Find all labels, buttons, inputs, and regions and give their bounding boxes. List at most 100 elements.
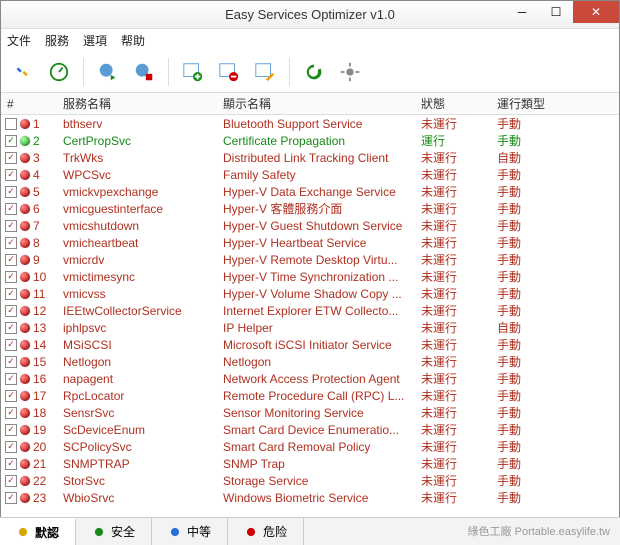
checkbox[interactable]: ✓ [5,441,17,453]
gear-play-icon[interactable] [94,58,122,86]
checkbox[interactable]: ✓ [5,458,17,470]
table-row[interactable]: ✓3TrkWksDistributed Link Tracking Client… [1,149,619,166]
table-row[interactable]: ✓7vmicshutdownHyper-V Guest Shutdown Ser… [1,217,619,234]
col-num[interactable]: # [1,97,63,111]
display-name: Microsoft iSCSI Initiator Service [223,338,421,352]
tab-safe[interactable]: 安全 [76,518,152,545]
maximize-button[interactable]: ☐ [539,1,573,23]
table-row[interactable]: ✓10vmictimesyncHyper-V Time Synchronizat… [1,268,619,285]
table-row[interactable]: ✓23WbioSrvcWindows Biometric Service未運行手… [1,489,619,506]
service-name: vmicshutdown [63,219,223,233]
list-add-icon[interactable] [179,58,207,86]
checkbox[interactable]: ✓ [5,424,17,436]
checkbox[interactable]: ✓ [5,373,17,385]
list-edit-icon[interactable] [251,58,279,86]
gauge-icon[interactable] [45,58,73,86]
display-name: Netlogon [223,355,421,369]
checkbox[interactable]: ✓ [5,288,17,300]
settings-gear-icon[interactable] [336,58,364,86]
refresh-icon[interactable] [300,58,328,86]
row-number: 3 [33,151,40,165]
table-row[interactable]: ✓ 5 vmickvpexchangeHyper-V Data Exchange S… [1,183,619,200]
table-row[interactable]: ✓6vmicguestinterfaceHyper-V 客體服務介面未運行手動 [1,200,619,217]
tab-medium-label: 中等 [187,523,211,540]
checkbox[interactable]: ✓ [5,169,17,181]
status-dot-icon [20,425,30,435]
col-stat[interactable]: 狀態 [421,95,497,112]
service-name: vmicrdv [63,253,223,267]
col-svc[interactable]: 服務名稱 [63,95,223,112]
titlebar[interactable]: Easy Services Optimizer v1.0 ─ ☐ ✕ [1,1,619,29]
checkbox[interactable]: ✓ [5,322,17,334]
menu-service[interactable]: 服務 [45,32,69,49]
table-row[interactable]: ✓16napagentNetwork Access Protection Age… [1,370,619,387]
checkbox[interactable]: ✓ [5,203,17,215]
display-name: Hyper-V Time Synchronization ... [223,270,421,284]
wand-wrench-icon[interactable] [9,58,37,86]
menu-file[interactable]: 文件 [7,32,31,49]
list-remove-icon[interactable] [215,58,243,86]
table-row[interactable]: ✓20SCPolicySvcSmart Card Removal Policy未… [1,438,619,455]
status-dot-icon [20,459,30,469]
tab-medium[interactable]: 中等 [152,518,228,545]
table-row[interactable]: 1bthservBluetooth Support Service未運行手動 [1,115,619,132]
table-row[interactable]: ✓21SNMPTRAPSNMP Trap未運行手動 [1,455,619,472]
col-type[interactable]: 運行類型 [497,95,619,112]
table-row[interactable]: ✓8vmicheartbeatHyper-V Heartbeat Service… [1,234,619,251]
table-row[interactable]: ✓2CertPropSvcCertificate Propagation運行手動 [1,132,619,149]
status-text: 未運行 [421,251,497,268]
checkbox[interactable] [5,118,17,130]
table-row[interactable]: ✓14MSiSCSIMicrosoft iSCSI Initiator Serv… [1,336,619,353]
display-name: Sensor Monitoring Service [223,406,421,420]
table-row[interactable]: ✓4WPCSvcFamily Safety未運行手動 [1,166,619,183]
col-disp[interactable]: 顯示名稱 [223,95,421,112]
checkbox[interactable]: ✓ [5,152,17,164]
table-row[interactable]: ✓13iphlpsvcIP Helper未運行自動 [1,319,619,336]
service-name: vmickvpexchange [63,185,223,199]
checkbox[interactable]: ✓ [5,475,17,487]
table-row[interactable]: ✓17RpcLocatorRemote Procedure Call (RPC)… [1,387,619,404]
minimize-button[interactable]: ─ [505,1,539,23]
table-row[interactable]: ✓12IEEtwCollectorServiceInternet Explore… [1,302,619,319]
checkbox[interactable]: ✓ [5,186,17,198]
checkbox[interactable]: ✓ [5,356,17,368]
table-row[interactable]: ✓18SensrSvcSensor Monitoring Service未運行手… [1,404,619,421]
checkbox[interactable]: ✓ [5,237,17,249]
table-row[interactable]: ✓9vmicrdvHyper-V Remote Desktop Virtu...… [1,251,619,268]
table-row[interactable]: ✓19ScDeviceEnumSmart Card Device Enumera… [1,421,619,438]
row-number: 16 [33,372,46,386]
gear-stop-icon[interactable] [130,58,158,86]
service-name: SensrSvc [63,406,223,420]
display-name: Hyper-V Data Exchange Service [223,185,421,199]
start-type: 手動 [497,370,619,387]
checkbox[interactable]: ✓ [5,390,17,402]
window-title: Easy Services Optimizer v1.0 [225,7,395,22]
checkbox[interactable]: ✓ [5,135,17,147]
close-button[interactable]: ✕ [573,1,619,23]
start-type: 手動 [497,455,619,472]
checkbox[interactable]: ✓ [5,254,17,266]
checkbox[interactable]: ✓ [5,305,17,317]
table-row[interactable]: ✓15NetlogonNetlogon未運行手動 [1,353,619,370]
service-name: RpcLocator [63,389,223,403]
tab-default[interactable]: 默認 [0,518,76,545]
status-dot-icon [20,340,30,350]
display-name: Smart Card Removal Policy [223,440,421,454]
checkbox[interactable]: ✓ [5,271,17,283]
service-list[interactable]: 1bthservBluetooth Support Service未運行手動✓2… [1,115,619,507]
table-row[interactable]: ✓22StorSvcStorage Service未運行手動 [1,472,619,489]
menu-help[interactable]: 帮助 [121,32,145,49]
checkbox[interactable]: ✓ [5,407,17,419]
service-name: StorSvc [63,474,223,488]
service-name: TrkWks [63,151,223,165]
table-row[interactable]: ✓11vmicvssHyper-V Volume Shadow Copy ...… [1,285,619,302]
row-number: 5 [33,185,40,199]
checkbox[interactable]: ✓ [5,220,17,232]
menu-options[interactable]: 選項 [83,32,107,49]
checkbox[interactable]: ✓ [5,492,17,504]
status-dot-icon [20,476,30,486]
status-text: 運行 [421,132,497,149]
start-type: 自動 [497,149,619,166]
tab-danger[interactable]: 危险 [228,518,304,545]
checkbox[interactable]: ✓ [5,339,17,351]
